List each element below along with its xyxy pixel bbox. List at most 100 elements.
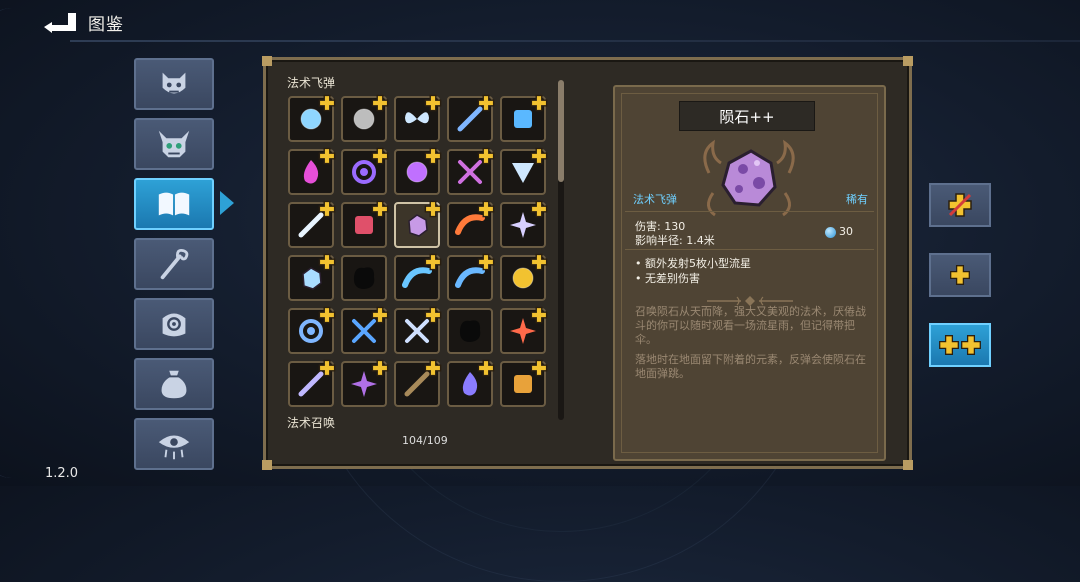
spell-cell-red-dice[interactable] bbox=[341, 200, 389, 248]
upgrade-plus-button[interactable] bbox=[929, 253, 991, 297]
open-book-icon bbox=[158, 192, 190, 216]
spell-cell-stone-orb[interactable] bbox=[341, 94, 389, 142]
spell-cell-rainbow-wave[interactable] bbox=[447, 200, 495, 248]
card-divider bbox=[625, 249, 874, 250]
upgrade-plus-icon bbox=[371, 306, 389, 324]
section-title: 法术飞弹 bbox=[287, 76, 336, 90]
no-upgrade-button[interactable] bbox=[929, 183, 991, 227]
top-bar: 图鉴 bbox=[0, 0, 1080, 44]
spell-cell-frost-orb[interactable] bbox=[288, 94, 336, 142]
spell-cell-wand-bolt[interactable] bbox=[447, 94, 495, 142]
spell-cell-arrow-barrage[interactable] bbox=[288, 359, 336, 407]
spell-cell-ice-fist[interactable] bbox=[288, 253, 336, 301]
spell-cell-ice-claw[interactable] bbox=[500, 147, 548, 195]
grid-scrollbar[interactable] bbox=[558, 80, 564, 420]
slashed-plus-icon bbox=[948, 193, 972, 217]
spell-cell-blue-claws[interactable] bbox=[341, 306, 389, 354]
upgrade-plus-icon bbox=[530, 200, 548, 218]
scrollbar-thumb[interactable] bbox=[558, 80, 564, 182]
spell-cell-hex-star[interactable] bbox=[341, 359, 389, 407]
spell-cell-lightning-swirl[interactable] bbox=[394, 253, 442, 301]
spell-cell-blade-swirl[interactable] bbox=[394, 306, 442, 354]
upgrade-plus-icon bbox=[371, 94, 389, 112]
mana-orb-icon bbox=[825, 227, 836, 238]
upgrade-plus-icon bbox=[318, 253, 336, 271]
upgrade-double-plus-button[interactable] bbox=[929, 323, 991, 367]
upgrade-plus-icon bbox=[530, 306, 548, 324]
upgrade-plus-icon bbox=[371, 147, 389, 165]
spell-cell-gold-coin[interactable] bbox=[500, 253, 548, 301]
upgrade-plus-icon bbox=[318, 359, 336, 377]
meteor-icon bbox=[703, 139, 795, 217]
spell-cell-crossed-arrows[interactable] bbox=[447, 147, 495, 195]
upgrade-plus-icon bbox=[530, 147, 548, 165]
spell-rarity: 稀有 bbox=[846, 193, 868, 206]
upgrade-plus-icon bbox=[318, 147, 336, 165]
spell-cell-meteor[interactable] bbox=[394, 200, 442, 248]
spell-cell-golden-scroll[interactable] bbox=[500, 359, 548, 407]
upgrade-plus-icon bbox=[424, 359, 442, 377]
spell-name: 陨石++ bbox=[679, 101, 815, 131]
radius-stat: 影响半径: 1.4米 bbox=[635, 234, 715, 247]
spell-cell-comet[interactable] bbox=[447, 359, 495, 407]
upgrade-plus-icon bbox=[424, 253, 442, 271]
eye-hand-icon bbox=[162, 313, 186, 337]
upgrade-plus-icon bbox=[424, 306, 442, 324]
horned-skull-icon bbox=[158, 130, 190, 158]
collection-counter: 104/109 bbox=[402, 434, 448, 447]
spell-grid: 法术飞弹 法术召唤 104/109 bbox=[266, 60, 566, 466]
upgrade-plus-icon bbox=[318, 94, 336, 112]
spell-cell-butterfly[interactable] bbox=[394, 94, 442, 142]
category-staff-button[interactable] bbox=[134, 238, 214, 290]
description-lore: 召唤陨石从天而降，强大又美观的法术，厌倦战斗的你可以随时观看一场流星雨，但记得带… bbox=[635, 305, 866, 346]
upgrade-plus-icon bbox=[371, 359, 389, 377]
upgrade-plus-icon bbox=[477, 359, 495, 377]
category-codex-button[interactable] bbox=[134, 178, 214, 230]
active-category-pointer bbox=[220, 191, 234, 215]
spell-detail-card: 陨石++ 法术飞弹 稀有 伤害: 130 影响半径: 1.4米 30 • 额外发… bbox=[613, 85, 886, 461]
upgrade-plus-icon bbox=[530, 253, 548, 271]
upgrade-plus-icon bbox=[530, 359, 548, 377]
effect-bullet: • 额外发射5枚小型流星 bbox=[635, 257, 751, 270]
spell-cell-shadow-beast[interactable] bbox=[341, 255, 387, 301]
pouch-icon bbox=[161, 370, 187, 399]
category-bag-button[interactable] bbox=[134, 358, 214, 410]
category-relic-button[interactable] bbox=[134, 298, 214, 350]
effect-bullet: • 无差别伤害 bbox=[635, 272, 700, 285]
spell-cell-blue-scythe[interactable] bbox=[288, 306, 336, 354]
panel-corner bbox=[903, 460, 913, 470]
upgrade-plus-icon bbox=[477, 94, 495, 112]
plus-icon bbox=[950, 265, 970, 285]
top-divider bbox=[70, 40, 1080, 42]
upgrade-plus-icon bbox=[530, 94, 548, 112]
effect-text: 无差别伤害 bbox=[645, 272, 700, 285]
double-plus-icon bbox=[939, 335, 981, 355]
upgrade-plus-icon bbox=[424, 147, 442, 165]
spell-cell-shadow-blob[interactable] bbox=[447, 308, 493, 354]
spell-cell-spiral-glyph[interactable] bbox=[500, 94, 548, 142]
upgrade-plus-icon bbox=[424, 94, 442, 112]
category-curse-button[interactable] bbox=[134, 418, 214, 470]
spell-cell-brown-arrow[interactable] bbox=[394, 359, 442, 407]
category-monster-button[interactable] bbox=[134, 58, 214, 110]
next-section-title: 法术召唤 bbox=[287, 416, 336, 430]
card-divider bbox=[625, 211, 874, 212]
staff-icon bbox=[160, 248, 189, 280]
demon-face-icon bbox=[162, 72, 186, 94]
left-frame-arc bbox=[0, 8, 24, 478]
back-button[interactable] bbox=[42, 9, 80, 33]
upgrade-plus-icon bbox=[371, 200, 389, 218]
spell-cell-fire-flower[interactable] bbox=[500, 306, 548, 354]
spell-cell-pink-flame[interactable] bbox=[288, 147, 336, 195]
category-boss-button[interactable] bbox=[134, 118, 214, 170]
spell-cell-sparkle-star[interactable] bbox=[500, 200, 548, 248]
spell-cell-violet-orb[interactable] bbox=[394, 147, 442, 195]
upgrade-plus-icon bbox=[424, 200, 442, 218]
mana-cost: 30 bbox=[839, 225, 853, 238]
spell-cell-purple-vortex[interactable] bbox=[341, 147, 389, 195]
upgrade-plus-icon bbox=[318, 200, 336, 218]
upgrade-plus-icon bbox=[477, 253, 495, 271]
shadow-blob-icon bbox=[459, 320, 481, 342]
spell-cell-light-beam[interactable] bbox=[288, 200, 336, 248]
spell-cell-water-wave[interactable] bbox=[447, 253, 495, 301]
